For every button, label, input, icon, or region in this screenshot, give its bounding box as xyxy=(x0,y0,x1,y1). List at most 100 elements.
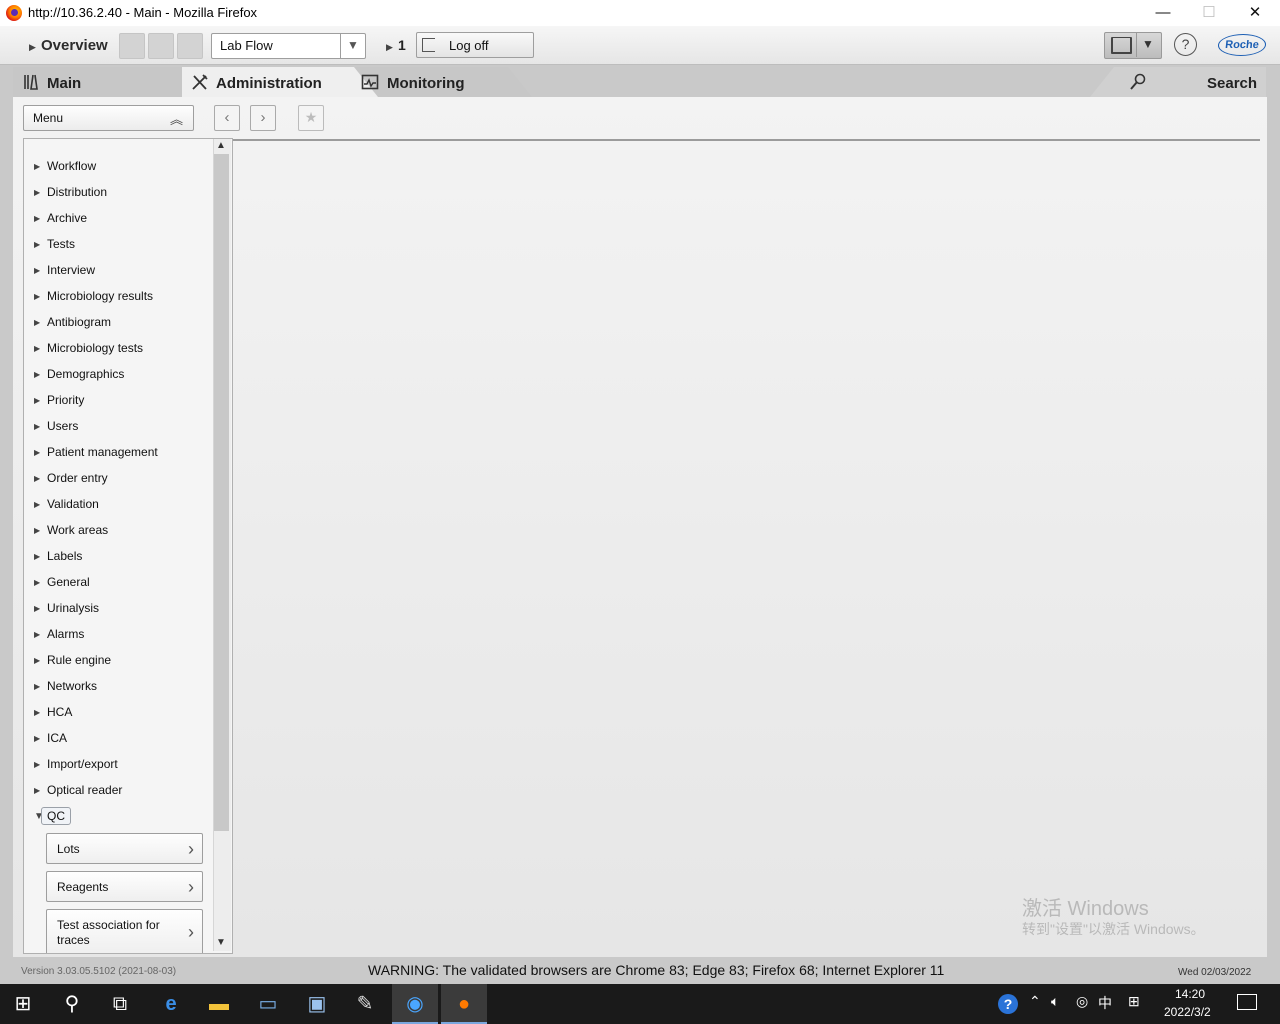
chevron-up-icon[interactable]: ⌃ xyxy=(1029,993,1041,1010)
menu-item-microbiology-results[interactable]: ▶ Microbiology results xyxy=(24,283,214,309)
menu-item-archive[interactable]: ▶ Archive xyxy=(24,205,214,231)
expand-arrow-icon: ▶ xyxy=(34,603,41,613)
tab-main[interactable] xyxy=(13,67,211,97)
menu-item-hca[interactable]: ▶ HCA xyxy=(24,699,214,725)
ime-indicator[interactable]: 中 xyxy=(1098,993,1112,1013)
overview-indicator-3[interactable] xyxy=(177,33,203,59)
admin-menu-panel: ▶ Workflow ▶ Distribution ▶ Archive ▶ Tests ▶ Int… xyxy=(23,138,233,954)
search-icon xyxy=(1130,73,1146,90)
logoff-icon xyxy=(422,38,435,52)
firefox-icon[interactable]: ● xyxy=(441,984,487,1024)
menu-item-qc[interactable]: ▼ QC xyxy=(24,803,214,829)
menu-item-priority[interactable]: ▶ Priority xyxy=(24,387,214,413)
file-explorer-icon[interactable]: ▬ xyxy=(196,984,242,1024)
app-launcher-icon[interactable]: ◉ xyxy=(392,984,438,1024)
edge-icon[interactable]: e xyxy=(148,984,194,1024)
expand-arrow-icon: ▶ xyxy=(34,499,41,509)
scroll-up-icon[interactable]: ▲ xyxy=(216,140,226,151)
activation-watermark-title: 激活 Windows xyxy=(1022,898,1149,920)
expand-arrow-icon: ▶ xyxy=(34,421,41,431)
menu-item-demographics[interactable]: ▶ Demographics xyxy=(24,361,214,387)
menu-item-interview[interactable]: ▶ Interview xyxy=(24,257,214,283)
firefox-logo-icon xyxy=(6,5,22,21)
menu-item-order-entry[interactable]: ▶ Order entry xyxy=(24,465,214,491)
overview-expand-icon[interactable]: ▶ xyxy=(29,42,36,53)
version-label: Version 3.03.05.5102 (2021-08-03) xyxy=(21,966,177,977)
expand-arrow-icon: ▶ xyxy=(34,681,41,691)
menu-item-ica[interactable]: ▶ ICA xyxy=(24,725,214,751)
minimize-button[interactable]: — xyxy=(1140,0,1186,26)
browser-warning: WARNING: The validated browsers are Chro… xyxy=(368,962,945,978)
menu-item-networks[interactable]: ▶ Networks xyxy=(24,673,214,699)
submenu-item-test-association-for-traces[interactable]: Test association for traces › xyxy=(46,909,203,953)
favorite-star-button[interactable]: ★ xyxy=(298,105,324,131)
menu-item-validation[interactable]: ▶ Validation xyxy=(24,491,214,517)
menu-item-labels[interactable]: ▶ Labels xyxy=(24,543,214,569)
submenu-item-lots[interactable]: Lots › xyxy=(46,833,203,864)
expand-arrow-icon: ▶ xyxy=(34,759,41,769)
menu-item-optical-reader[interactable]: ▶ Optical reader xyxy=(24,777,214,803)
maximize-button[interactable]: ☐ xyxy=(1186,0,1232,26)
help-icon[interactable]: ? xyxy=(1174,33,1197,56)
notification-icon[interactable] xyxy=(1237,994,1257,1010)
menu-item-antibiogram[interactable]: ▶ Antibiogram xyxy=(24,309,214,335)
scroll-down-icon[interactable]: ▼ xyxy=(216,937,226,948)
chevron-right-icon: › xyxy=(188,876,194,897)
menu-item-work-areas[interactable]: ▶ Work areas xyxy=(24,517,214,543)
help-tray-icon[interactable]: ? xyxy=(998,994,1018,1014)
counter-expand-icon[interactable]: ▶ xyxy=(386,42,393,53)
double-chevron-up-icon: ︽ xyxy=(170,112,184,127)
chevron-down-icon[interactable]: ▼ xyxy=(1142,37,1154,51)
expand-arrow-icon: ▶ xyxy=(34,343,41,353)
keyboard-icon[interactable]: ⊞ xyxy=(1128,993,1140,1010)
clock-date[interactable]: 2022/3/2 xyxy=(1164,1005,1211,1019)
remote-desktop-icon[interactable]: ▣ xyxy=(294,984,340,1024)
expand-arrow-icon: ▶ xyxy=(34,707,41,717)
menu-item-import-export[interactable]: ▶ Import/export xyxy=(24,751,214,777)
menu-item-alarms[interactable]: ▶ Alarms xyxy=(24,621,214,647)
menu-item-urinalysis[interactable]: ▶ Urinalysis xyxy=(24,595,214,621)
menu-item-microbiology-tests[interactable]: ▶ Microbiology tests xyxy=(24,335,214,361)
menu-item-users[interactable]: ▶ Users xyxy=(24,413,214,439)
back-button[interactable]: ‹ xyxy=(214,105,240,131)
search-icon[interactable]: ⚲ xyxy=(49,984,95,1024)
clock-time[interactable]: 14:20 xyxy=(1175,987,1205,1001)
menu-item-workflow[interactable]: ▶ Workflow xyxy=(24,153,214,179)
expand-arrow-icon: ▶ xyxy=(34,447,41,457)
expand-arrow-icon: ▶ xyxy=(34,733,41,743)
expand-arrow-icon: ▶ xyxy=(34,239,41,249)
volume-icon[interactable]: 🔈︎ xyxy=(1051,993,1059,1010)
expand-arrow-icon: ▶ xyxy=(34,265,41,275)
print-split-divider xyxy=(1136,32,1137,57)
tab-monitoring-label: Monitoring xyxy=(387,75,465,92)
menu-item-patient-management[interactable]: ▶ Patient management xyxy=(24,439,214,465)
menu-item-general[interactable]: ▶ General xyxy=(24,569,214,595)
windows-start-icon[interactable]: ⊞ xyxy=(0,984,46,1024)
task-view-icon[interactable]: ⧉ xyxy=(97,984,143,1024)
paint-icon[interactable]: ✎ xyxy=(342,984,388,1024)
logoff-label: Log off xyxy=(449,38,489,53)
menu-scrollbar-thumb[interactable] xyxy=(214,154,229,831)
menu-item-distribution[interactable]: ▶ Distribution xyxy=(24,179,214,205)
menu-item-rule-engine[interactable]: ▶ Rule engine xyxy=(24,647,214,673)
overview-indicator-1[interactable] xyxy=(119,33,145,59)
close-button[interactable]: ✕ xyxy=(1232,0,1278,26)
expand-arrow-icon: ▶ xyxy=(34,577,41,587)
expand-arrow-icon: ▶ xyxy=(34,213,41,223)
app-icon[interactable]: ▭ xyxy=(245,984,291,1024)
tab-administration-label: Administration xyxy=(216,75,322,92)
admin-menu-list: ▶ Workflow ▶ Distribution ▶ Archive ▶ Tests ▶ Int… xyxy=(24,153,214,829)
tab-main-label: Main xyxy=(47,75,82,92)
menu-item-tests[interactable]: ▶ Tests xyxy=(24,231,214,257)
submenu-item-reagents[interactable]: Reagents › xyxy=(46,871,203,902)
flask-icon xyxy=(24,74,38,90)
overview-label[interactable]: Overview xyxy=(41,37,108,54)
overview-indicator-2[interactable] xyxy=(148,33,174,59)
expand-arrow-icon: ▶ xyxy=(34,655,41,665)
chevron-down-icon[interactable]: ▼ xyxy=(340,34,365,58)
counter-value: 1 xyxy=(398,37,406,53)
expand-arrow-icon: ▶ xyxy=(34,161,41,171)
forward-button[interactable]: › xyxy=(250,105,276,131)
workflow-select-value: Lab Flow xyxy=(220,38,273,53)
network-icon[interactable]: ◎ xyxy=(1076,993,1088,1010)
